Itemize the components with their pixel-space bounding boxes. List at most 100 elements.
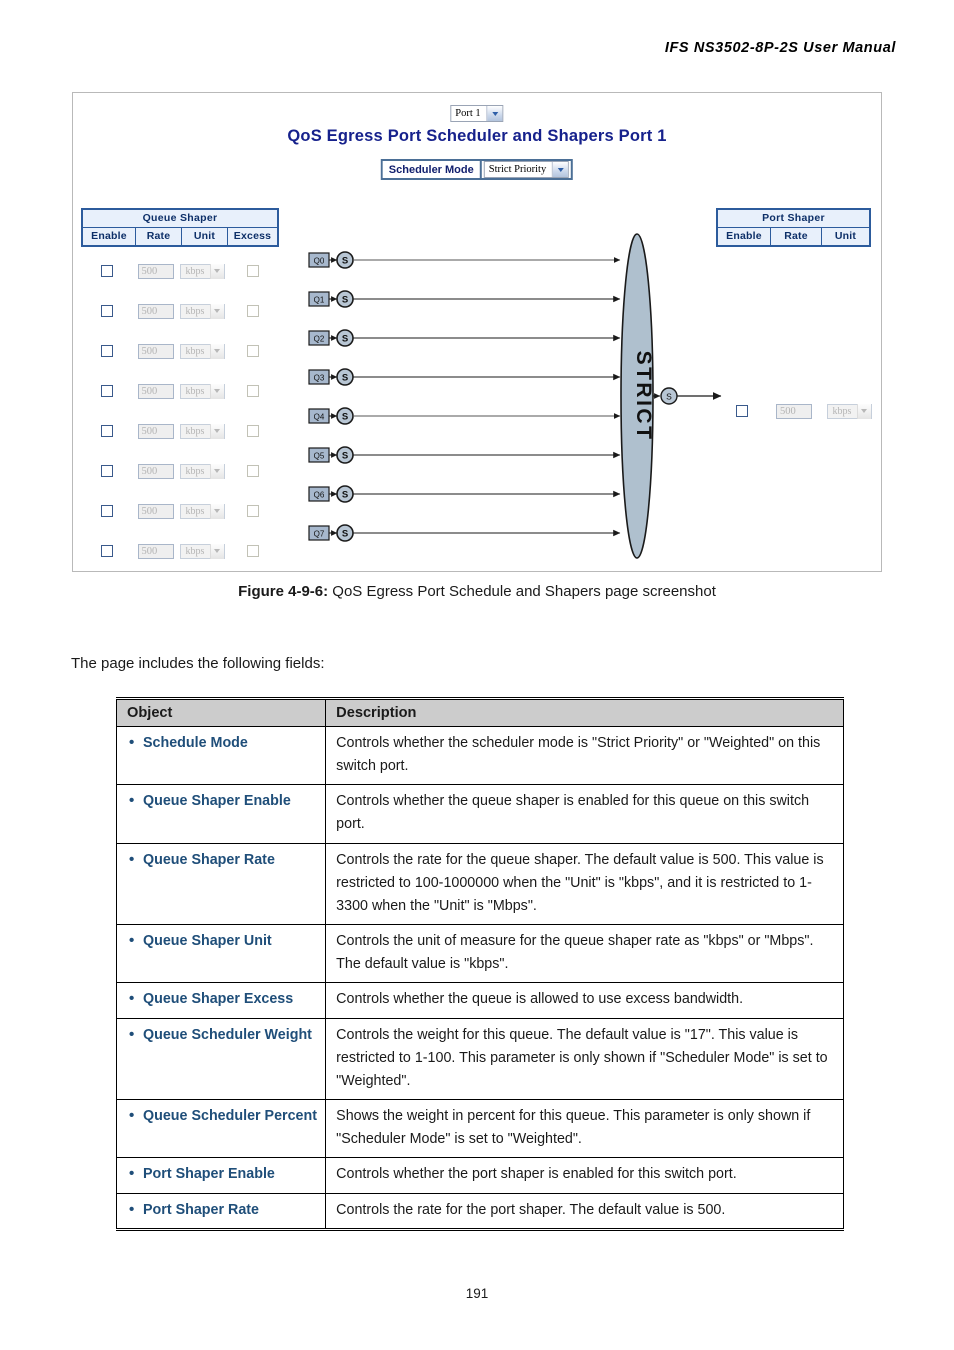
description-cell: Controls whether the queue is allowed to… <box>325 982 844 1019</box>
queue-shaper-unit-select[interactable]: kbps <box>179 383 225 399</box>
queue-shaper-enable-cell <box>81 505 133 517</box>
chevron-down-icon[interactable] <box>210 463 224 479</box>
object-cell: Queue Scheduler Weight <box>115 1017 327 1101</box>
port-shaper-rate-input[interactable]: 500 <box>776 403 812 419</box>
port-shaper-col-enable: Enable <box>718 228 771 245</box>
queue-shaper-row: 500 kbps <box>81 463 279 479</box>
chevron-down-icon[interactable] <box>857 403 871 419</box>
table-row: Schedule Mode Controls whether the sched… <box>115 725 844 786</box>
object-label: Schedule Mode <box>129 731 317 755</box>
queue-shaper-excess-checkbox[interactable] <box>246 265 259 277</box>
queue-shaper-rate-input[interactable]: 500 <box>137 263 174 279</box>
port-shaper-node-label: S <box>666 392 672 402</box>
port-shaper-header-table: Port Shaper Enable Rate Unit <box>716 208 871 247</box>
queue-lane-q1: Q1 S <box>308 290 621 308</box>
queue-shaper-enable-checkbox[interactable] <box>101 545 113 557</box>
queue-shaper-rate-cell: 500 <box>133 383 178 399</box>
queue-shaper-enable-checkbox[interactable] <box>101 265 113 277</box>
chevron-down-icon[interactable] <box>486 106 503 122</box>
queue-shaper-rate-input[interactable]: 500 <box>137 303 174 319</box>
port-select[interactable]: Port 1 <box>450 105 504 123</box>
object-cell: Schedule Mode <box>115 725 327 786</box>
queue-shaper-unit-select[interactable]: kbps <box>179 343 225 359</box>
strict-scheduler-label: STRICT <box>632 351 655 442</box>
queue-shaper-row: 500 kbps <box>81 303 279 319</box>
queue-shaper-col-unit: Unit <box>182 228 228 245</box>
object-label: Queue Shaper Unit <box>129 929 317 953</box>
queue-shaper-row: 500 kbps <box>81 503 279 519</box>
chevron-down-icon[interactable] <box>552 162 569 177</box>
description-cell: Controls whether the scheduler mode is "… <box>325 725 844 786</box>
queue-shaper-unit-select[interactable]: kbps <box>179 503 225 519</box>
queue-shaper-excess-checkbox[interactable] <box>246 425 259 437</box>
port-select-value: Port 1 <box>455 108 481 120</box>
queue-shaper-unit-cell: kbps <box>178 543 226 559</box>
table-row: Queue Shaper Unit Controls the unit of m… <box>115 924 844 984</box>
queue-label-q1: Q1 <box>314 296 325 305</box>
queue-shaper-excess-checkbox[interactable] <box>246 305 259 317</box>
port-shaper-unit-select[interactable]: kbps <box>826 403 872 419</box>
queue-shaper-excess-checkbox[interactable] <box>246 465 259 477</box>
object-label: Port Shaper Enable <box>129 1162 317 1186</box>
chevron-down-icon[interactable] <box>210 343 224 359</box>
description-cell: Controls the rate for the queue shaper. … <box>325 842 844 926</box>
queue-shaper-enable-checkbox[interactable] <box>101 505 113 517</box>
queue-shaper-enable-checkbox[interactable] <box>101 465 113 477</box>
chevron-down-icon[interactable] <box>210 423 224 439</box>
queue-shaper-excess-cell <box>226 465 279 477</box>
queue-shaper-excess-checkbox[interactable] <box>246 385 259 397</box>
queue-shaper-enable-checkbox[interactable] <box>101 425 113 437</box>
queue-shaper-rate-input[interactable]: 500 <box>137 503 174 519</box>
queue-shaper-unit-select[interactable]: kbps <box>179 263 225 279</box>
queue-shaper-rate-cell: 500 <box>133 263 178 279</box>
queue-shaper-unit-select[interactable]: kbps <box>179 303 225 319</box>
port-shaper-enable-cell <box>716 405 768 417</box>
queue-shaper-node-label-q5: S <box>342 451 348 462</box>
queue-shaper-excess-checkbox[interactable] <box>246 545 259 557</box>
queue-shaper-rate-input[interactable]: 500 <box>137 463 174 479</box>
queue-shaper-rate-cell: 500 <box>133 343 178 359</box>
table-row: Queue Scheduler Percent Shows the weight… <box>115 1099 844 1159</box>
queue-label-q3: Q3 <box>314 374 325 383</box>
queue-shaper-rate-cell: 500 <box>133 463 178 479</box>
queue-shaper-rate-input[interactable]: 500 <box>137 343 174 359</box>
queue-label-q0: Q0 <box>314 257 325 266</box>
queue-shaper-node-label-q0: S <box>342 256 348 267</box>
queue-shaper-col-excess: Excess <box>233 230 272 242</box>
queue-shaper-enable-checkbox[interactable] <box>101 305 113 317</box>
chevron-down-icon[interactable] <box>210 543 224 559</box>
queue-shaper-unit-value: kbps <box>185 505 205 517</box>
queue-shaper-title: Queue Shaper <box>83 210 277 228</box>
queue-shaper-unit-cell: kbps <box>178 503 226 519</box>
queue-shaper-rate-input[interactable]: 500 <box>137 383 174 399</box>
queue-shaper-enable-cell <box>81 265 133 277</box>
queue-shaper-excess-cell <box>226 265 279 277</box>
queue-shaper-excess-cell <box>226 305 279 317</box>
chevron-down-icon[interactable] <box>210 383 224 399</box>
port-selector-wrap: Port 1 <box>450 105 504 123</box>
queue-shaper-unit-select[interactable]: kbps <box>179 543 225 559</box>
queue-shaper-unit-select[interactable]: kbps <box>179 423 225 439</box>
queue-shaper-enable-checkbox[interactable] <box>101 345 113 357</box>
chevron-down-icon[interactable] <box>210 263 224 279</box>
queue-label-q7: Q7 <box>314 530 325 539</box>
queue-shaper-excess-checkbox[interactable] <box>246 505 259 517</box>
scheduler-mode-select[interactable]: Strict Priority <box>483 161 570 178</box>
chevron-down-icon[interactable] <box>210 503 224 519</box>
description-cell: Controls the rate for the port shaper. T… <box>325 1192 844 1231</box>
scheduler-mode-select-cell: Strict Priority <box>482 161 571 178</box>
port-shaper-enable-checkbox[interactable] <box>736 405 748 417</box>
queue-shaper-rate-input[interactable]: 500 <box>137 543 174 559</box>
queue-shaper-rate-input[interactable]: 500 <box>137 423 174 439</box>
queue-shaper-enable-checkbox[interactable] <box>101 385 113 397</box>
queue-shaper-rate-cell: 500 <box>133 303 178 319</box>
table-header-row: Object Description <box>115 697 844 727</box>
queue-shaper-unit-select[interactable]: kbps <box>179 463 225 479</box>
table-row: Queue Shaper Excess Controls whether the… <box>115 982 844 1019</box>
table-row: Port Shaper Rate Controls the rate for t… <box>115 1192 844 1231</box>
chevron-down-icon[interactable] <box>210 303 224 319</box>
object-label: Queue Shaper Rate <box>129 848 317 872</box>
queue-lane-q3: Q3 S <box>308 368 621 386</box>
queue-shaper-excess-checkbox[interactable] <box>246 345 259 357</box>
page-title: QoS Egress Port Scheduler and Shapers Po… <box>287 127 667 145</box>
